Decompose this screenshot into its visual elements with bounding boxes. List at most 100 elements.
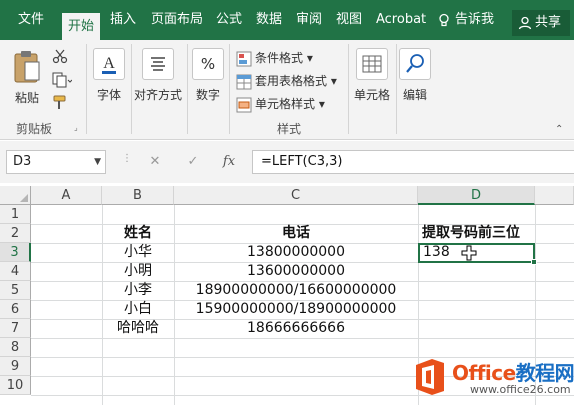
watermark-title: Office教程网 [452,357,574,386]
conditional-format-button[interactable]: 条件格式 ▾ [236,48,313,68]
cell-style-button[interactable]: 单元格样式 ▾ [236,94,325,114]
tab-insert[interactable]: 插入 [110,0,136,40]
ribbon-tab-bar: 文件 开始 插入 页面布局 公式 数据 审阅 视图 Acrobat 告诉我 共享 [0,0,574,40]
align-icon [142,48,174,80]
row-header-6[interactable]: 6 [0,300,31,319]
clipboard-group-label: 剪贴板 [16,122,53,136]
cell-c6[interactable]: 15900000000/18900000000 [174,300,418,319]
name-box-value: D3 [13,154,32,169]
row-header-10[interactable]: 10 [0,376,31,395]
column-header-d[interactable]: D [418,186,535,205]
tab-review[interactable]: 审阅 [296,0,322,40]
cell-c3[interactable]: 13800000000 [174,243,418,262]
tab-formulas[interactable]: 公式 [216,0,242,40]
number-label: 数字 [195,88,220,102]
column-header-c[interactable]: C [174,186,418,205]
copy-icon[interactable] [52,72,72,88]
cell-c7[interactable]: 18666666666 [174,319,418,338]
excel-window: 文件 开始 插入 页面布局 公式 数据 审阅 视图 Acrobat 告诉我 共享 [0,0,574,405]
office-logo-icon [416,359,444,395]
editing-label: 编辑 [402,88,427,102]
svg-text:%: % [201,55,215,73]
ribbon-separator [131,44,132,134]
formula-input[interactable]: =LEFT(C3,3) [252,150,574,174]
person-icon [518,16,532,29]
enter-icon[interactable]: ✓ [179,150,207,174]
column-header-b[interactable]: B [102,186,174,205]
alignment-label: 对齐方式 [133,88,182,102]
magnifier-icon [399,48,431,80]
tab-view[interactable]: 视图 [336,0,362,40]
watermark-title-cn: 教程网 [515,361,574,385]
paste-label: 粘贴 [14,91,39,105]
row-header-4[interactable]: 4 [0,262,31,281]
cut-icon[interactable] [52,48,68,64]
row-header-3[interactable]: 3 [0,243,31,262]
font-label: 字体 [96,88,121,102]
column-header-a[interactable]: A [31,186,102,205]
ribbon-separator [86,44,87,134]
name-box-dropdown-icon[interactable]: ▼ [94,151,101,173]
table-format-button[interactable]: 套用表格格式 ▾ [236,71,337,91]
cells-button[interactable]: 单元格 [352,48,392,103]
insert-function-icon[interactable]: fx [215,150,243,174]
alignment-button[interactable]: 对齐方式 [133,48,183,103]
select-all-corner[interactable] [0,186,31,205]
row-header-7[interactable]: 7 [0,319,31,338]
fill-handle[interactable] [531,259,537,265]
ribbon-separator [229,44,230,134]
table-format-label: 套用表格格式 [255,74,328,88]
cells-label: 单元格 [353,88,390,102]
name-box[interactable]: D3 ▼ [6,150,106,174]
watermark-url: www.office26.com [470,383,571,396]
formula-bar: D3 ▼ ⋮ ✕ ✓ fx =LEFT(C3,3) [0,141,574,183]
collapse-ribbon-icon[interactable]: ⌃ [555,124,563,135]
conditional-format-icon [236,51,252,66]
cancel-icon[interactable]: ✕ [141,150,169,174]
cell-c5[interactable]: 18900000000/16600000000 [174,281,418,300]
tab-acrobat[interactable]: Acrobat [376,0,426,40]
clipboard-paste-icon [14,51,40,83]
table-format-icon [236,74,252,89]
grid-line [31,338,574,339]
cell-d2[interactable]: 提取号码前三位 [422,224,535,243]
tab-page-layout[interactable]: 页面布局 [151,0,203,40]
column-header-e[interactable] [535,186,574,205]
row-header-9[interactable]: 9 [0,357,31,376]
tab-data[interactable]: 数据 [256,0,282,40]
cell-c4[interactable]: 13600000000 [174,262,418,281]
share-label: 共享 [535,15,562,30]
cell-b5[interactable]: 小李 [102,281,174,300]
ribbon-separator [348,44,349,134]
tell-me-search[interactable]: 告诉我 [437,0,494,40]
tab-file[interactable]: 文件 [18,0,44,40]
paste-button[interactable]: 粘贴 [8,48,46,106]
share-button[interactable]: 共享 [512,10,570,36]
formula-bar-grip-icon: ⋮ [122,153,132,164]
cell-style-icon [236,97,252,112]
row-header-2[interactable]: 2 [0,224,31,243]
watermark-title-latin: Office [452,361,516,385]
cells-grid-icon [356,48,388,80]
row-header-5[interactable]: 5 [0,281,31,300]
svg-text:A: A [103,55,115,72]
format-painter-icon[interactable] [52,95,68,111]
tab-home[interactable]: 开始 [62,13,101,40]
cell-b6[interactable]: 小白 [102,300,174,319]
font-color-icon: A [93,48,125,80]
cell-c2[interactable]: 电话 [174,224,418,243]
cell-b7[interactable]: 哈哈哈 [102,319,174,338]
row-header-8[interactable]: 8 [0,338,31,357]
cell-style-label: 单元格样式 [255,97,316,111]
ribbon-home: 粘贴 剪贴板 ⌟ A 字体 对齐方式 % 数字 条件格式 ▾ 套用表格格式 ▾ … [0,40,574,140]
cell-b3[interactable]: 小华 [102,243,174,262]
conditional-format-label: 条件格式 [255,51,304,65]
font-button[interactable]: A 字体 [92,48,126,103]
cell-b2[interactable]: 姓名 [102,224,174,243]
number-button[interactable]: % 数字 [191,48,225,103]
watermark: Office教程网 www.office26.com [412,355,574,405]
cell-b4[interactable]: 小明 [102,262,174,281]
clipboard-dialog-launcher[interactable]: ⌟ [74,123,78,132]
editing-button[interactable]: 编辑 [398,48,432,103]
row-header-1[interactable]: 1 [0,205,31,224]
